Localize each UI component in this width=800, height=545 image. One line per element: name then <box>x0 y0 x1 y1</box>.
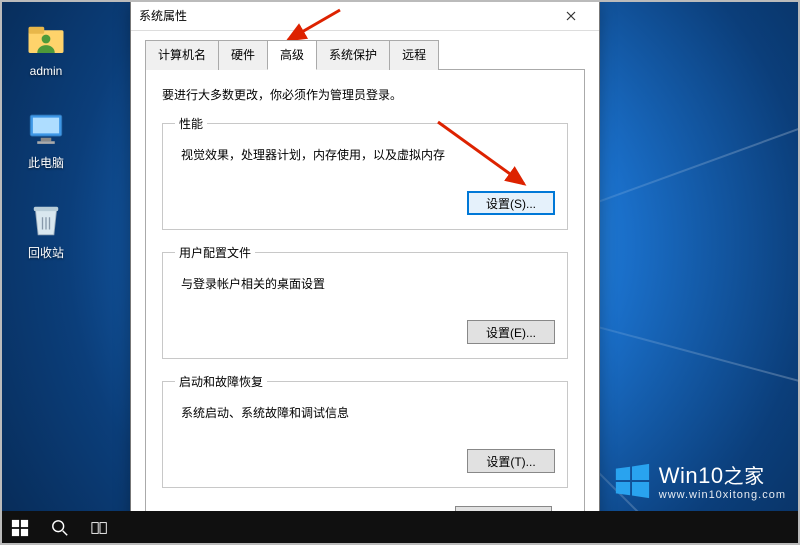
watermark-url: www.win10xitong.com <box>659 489 786 501</box>
windows-logo-icon <box>613 462 651 500</box>
group-user-profiles: 用户配置文件 与登录帐户相关的桌面设置 设置(E)... <box>162 244 568 359</box>
desktop-icon-label: 回收站 <box>12 244 80 261</box>
recycle-bin-icon <box>25 198 67 240</box>
group-legend: 启动和故障恢复 <box>175 373 267 390</box>
watermark-brand-en: Win10 <box>659 463 724 488</box>
task-view-button[interactable] <box>80 511 120 545</box>
group-legend: 性能 <box>175 115 207 132</box>
group-performance: 性能 视觉效果，处理器计划，内存使用，以及虚拟内存 设置(S)... <box>162 115 568 230</box>
startup-settings-button[interactable]: 设置(T)... <box>467 449 555 473</box>
user-profiles-settings-button[interactable]: 设置(E)... <box>467 320 555 344</box>
group-startup-recovery: 启动和故障恢复 系统启动、系统故障和调试信息 设置(T)... <box>162 373 568 488</box>
tab-panel-advanced: 要进行大多数更改，你必须作为管理员登录。 性能 视觉效果，处理器计划，内存使用，… <box>145 69 585 545</box>
start-button[interactable] <box>0 511 40 545</box>
desktop: admin 此电脑 回收站 系统属性 计算机名 硬件 高级 系统保护 远程 要进… <box>0 0 800 545</box>
user-folder-icon <box>25 18 67 60</box>
desktop-icon-label: 此电脑 <box>12 154 80 171</box>
group-legend: 用户配置文件 <box>175 244 255 261</box>
system-properties-dialog: 系统属性 计算机名 硬件 高级 系统保护 远程 要进行大多数更改，你必须作为管理… <box>130 0 600 545</box>
desktop-icon-label: admin <box>12 64 80 78</box>
watermark-brand-zh: 之家 <box>724 466 765 488</box>
admin-notice: 要进行大多数更改，你必须作为管理员登录。 <box>162 86 568 103</box>
tab-advanced[interactable]: 高级 <box>267 40 317 70</box>
desktop-icon-this-pc[interactable]: 此电脑 <box>12 108 80 171</box>
group-description: 视觉效果，处理器计划，内存使用，以及虚拟内存 <box>181 146 555 163</box>
search-button[interactable] <box>40 511 80 545</box>
computer-icon <box>25 108 67 150</box>
desktop-icon-recycle-bin[interactable]: 回收站 <box>12 198 80 261</box>
watermark-text: Win10之家 www.win10xitong.com <box>659 460 786 501</box>
tab-computer-name[interactable]: 计算机名 <box>145 40 219 70</box>
watermark: Win10之家 www.win10xitong.com <box>613 460 786 501</box>
taskbar[interactable] <box>0 511 800 545</box>
titlebar[interactable]: 系统属性 <box>131 1 599 31</box>
desktop-icon-admin[interactable]: admin <box>12 18 80 78</box>
group-description: 系统启动、系统故障和调试信息 <box>181 404 555 421</box>
close-button[interactable] <box>551 2 591 30</box>
performance-settings-button[interactable]: 设置(S)... <box>467 191 555 215</box>
tab-strip: 计算机名 硬件 高级 系统保护 远程 <box>131 31 599 69</box>
tab-hardware[interactable]: 硬件 <box>218 40 268 70</box>
tab-remote[interactable]: 远程 <box>389 40 439 70</box>
group-description: 与登录帐户相关的桌面设置 <box>181 275 555 292</box>
tab-system-protection[interactable]: 系统保护 <box>316 40 390 70</box>
window-title: 系统属性 <box>139 7 551 24</box>
